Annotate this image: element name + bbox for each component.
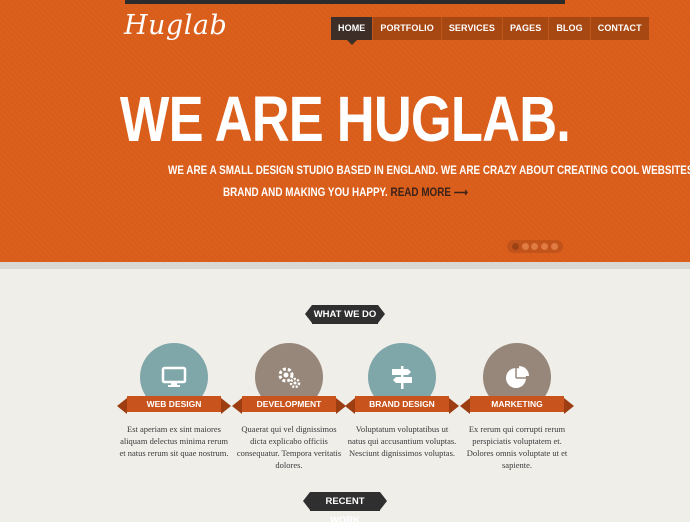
slider-dot[interactable] [531,243,539,250]
service-title: MARKETING [460,396,574,414]
nav-item-contact[interactable]: CONTACT [589,17,649,40]
service-title: DEVELOPMENT [232,396,346,414]
hero-headline: WE ARE HUGLAB. [119,83,571,155]
service-description: Quaerat qui vel dignissimos dicta explic… [236,424,342,470]
signpost-icon [392,366,412,389]
hero-intro-line-2: BRAND AND MAKING YOU HAPPY. [222,187,388,199]
hero-intro-line-1: WE ARE A SMALL DESIGN STUDIO BASED IN EN… [167,165,690,177]
slider-dot[interactable] [521,243,529,250]
pie-chart-icon [506,366,529,388]
service-description: Est aperiam ex sint maiores aliquam dele… [119,424,229,458]
slider-dot[interactable] [541,243,549,250]
top-bar [125,0,565,4]
arrow-right-icon: ⟶ [453,187,468,199]
what-we-do-heading: WHAT WE DO [305,305,385,324]
service-title: BRAND DESIGN [345,396,459,414]
site-logo[interactable]: Huglab [124,10,227,41]
monitor-icon [161,366,187,387]
read-more-link[interactable]: READ MORE [390,187,450,199]
nav-item-pages[interactable]: PAGES [501,17,549,40]
nav-item-services[interactable]: SERVICES [440,17,502,40]
nav-item-home[interactable]: HOME [331,17,373,45]
service-title: WEB DESIGN [117,396,231,414]
nav-item-portfolio[interactable]: PORTFOLIO [372,17,441,40]
main-nav: HOME PORTFOLIO SERVICES PAGES BLOG CONTA… [331,17,649,45]
slider-pagination [507,240,563,253]
slider-dot[interactable] [512,243,520,250]
recent-work-heading: RECENT WORK [303,492,387,522]
gears-icon [278,367,301,389]
hero-intro: WE ARE A SMALL DESIGN STUDIO BASED IN EN… [125,160,690,204]
slider-dot[interactable] [550,243,558,250]
hero-bottom-band [0,262,690,269]
service-description: Voluptatum voluptatibus ut natus qui acc… [347,424,457,458]
hero-intro-line-2-wrap: BRAND AND MAKING YOU HAPPY. READ MORE ⟶ [223,182,468,204]
nav-item-blog[interactable]: BLOG [548,17,590,40]
service-description: Ex rerum qui corrupti rerum perspiciatis… [466,424,568,470]
